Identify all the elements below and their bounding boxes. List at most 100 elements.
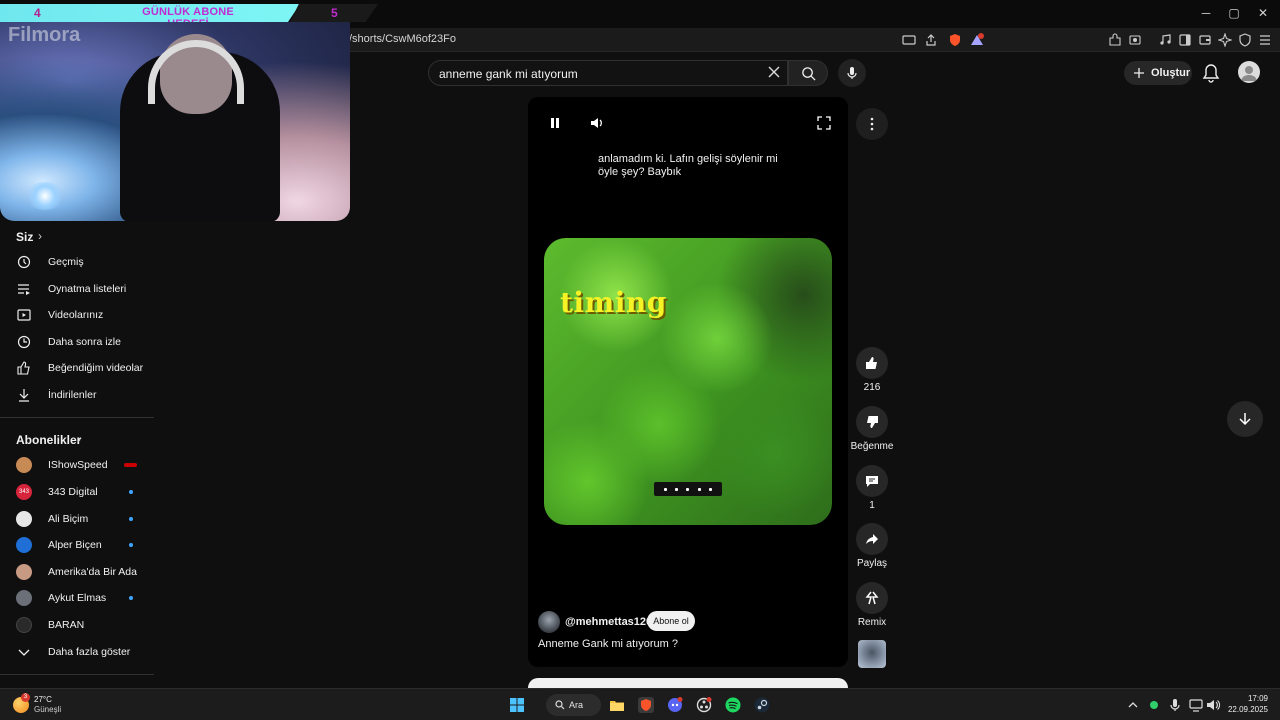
sidebar-item-your-videos[interactable]: Videolarınız bbox=[0, 302, 154, 328]
clock-date[interactable]: 22.09.2025 bbox=[1222, 705, 1268, 714]
voice-search-button[interactable] bbox=[838, 59, 866, 87]
show-more-button[interactable]: Daha fazla göster bbox=[0, 639, 154, 665]
sidebar-item-playlists[interactable]: Oynatma listeleri bbox=[0, 276, 154, 302]
shorts-player[interactable]: anlamadım ki. Lafın gelişi söylenir mi ö… bbox=[528, 97, 848, 667]
volume-icon[interactable] bbox=[589, 116, 603, 130]
sidebar-item-history[interactable]: Geçmiş bbox=[0, 249, 154, 275]
brave-shield-icon[interactable] bbox=[948, 33, 962, 47]
sidebar-item-label: 343 Digital bbox=[48, 486, 98, 498]
obs-icon[interactable] bbox=[696, 697, 712, 713]
sidebar-subscription-baran[interactable]: BARAN bbox=[0, 612, 154, 638]
chevron-right-icon[interactable]: › bbox=[77, 432, 81, 446]
watch-later-icon bbox=[17, 335, 31, 349]
cast-icon[interactable] bbox=[902, 33, 916, 47]
minimize-button[interactable]: ─ bbox=[1196, 6, 1216, 20]
clock-time[interactable]: 17:09 bbox=[1246, 694, 1268, 703]
like-button[interactable] bbox=[856, 347, 888, 379]
media-music-icon[interactable] bbox=[1158, 33, 1172, 47]
download-icon bbox=[19, 389, 29, 402]
fullscreen-icon[interactable] bbox=[817, 116, 831, 130]
search-icon bbox=[802, 67, 816, 81]
taskbar: 3 27°C Güneşli Ara 17:09 22.09.2025 bbox=[0, 688, 1280, 720]
search-icon bbox=[555, 700, 565, 710]
sidebar-subscription-ishowspeed[interactable]: IShowSpeed bbox=[0, 452, 154, 478]
microphone-icon[interactable] bbox=[1167, 697, 1183, 713]
discord-icon[interactable] bbox=[667, 697, 683, 713]
share-page-icon[interactable] bbox=[924, 33, 938, 47]
sidebar-subscription-343-digital[interactable]: 343 343 Digital bbox=[0, 479, 154, 505]
chevron-up-icon[interactable] bbox=[1125, 697, 1141, 713]
remix-button[interactable] bbox=[856, 582, 888, 614]
search-input[interactable]: anneme gank mi atıyorum bbox=[428, 60, 788, 86]
account-avatar[interactable] bbox=[1238, 61, 1260, 83]
channel-avatar[interactable] bbox=[538, 611, 560, 633]
sidebar-toggle-icon[interactable] bbox=[1178, 33, 1192, 47]
status-dot-icon[interactable] bbox=[1146, 697, 1162, 713]
sidebar-item-downloads[interactable]: İndirilenler bbox=[0, 382, 154, 408]
chevron-down-icon bbox=[18, 649, 30, 656]
you-section-heading[interactable]: Siz bbox=[16, 230, 33, 244]
sidebar-item-label: Geçmiş bbox=[48, 256, 84, 268]
plus-icon bbox=[1134, 68, 1144, 78]
sidebar-subscription-amerikada-bir-ada[interactable]: Amerika'da Bir Ada bbox=[0, 559, 154, 585]
spotify-icon[interactable] bbox=[725, 697, 741, 713]
leo-ai-icon[interactable] bbox=[1218, 33, 1232, 47]
close-window-button[interactable]: ✕ bbox=[1253, 6, 1273, 20]
taskbar-search-label: Ara bbox=[569, 700, 584, 710]
network-icon[interactable] bbox=[1188, 697, 1204, 713]
clear-search-icon[interactable] bbox=[766, 64, 782, 80]
share-button[interactable] bbox=[856, 523, 888, 555]
windows-start-icon[interactable] bbox=[509, 697, 525, 713]
avatar bbox=[16, 511, 32, 527]
share-arrow-icon bbox=[866, 534, 878, 544]
browser-menu-icon[interactable] bbox=[1258, 33, 1272, 47]
avatar bbox=[16, 457, 32, 473]
brave-rewards-icon[interactable] bbox=[970, 33, 984, 47]
video-caption: anlamadım ki. Lafın gelişi söylenir mi ö… bbox=[598, 153, 778, 178]
search-button[interactable] bbox=[788, 60, 828, 86]
liked-icon bbox=[17, 361, 30, 375]
weather-temperature[interactable]: 27°C bbox=[34, 695, 52, 704]
sound-thumbnail[interactable] bbox=[858, 640, 886, 668]
sidebar-subscription-alper-bicen[interactable]: Alper Biçen bbox=[0, 532, 154, 558]
sidebar-item-label: Aykut Elmas bbox=[48, 592, 107, 604]
next-short-button[interactable] bbox=[1227, 401, 1263, 437]
sidebar-subscription-ali-bicim[interactable]: Ali Biçim bbox=[0, 506, 154, 532]
screenshot-icon[interactable] bbox=[1128, 33, 1142, 47]
more-options-button[interactable] bbox=[856, 108, 888, 140]
extensions-icon[interactable] bbox=[1108, 33, 1122, 47]
taskbar-search[interactable]: Ara bbox=[546, 694, 601, 716]
create-button[interactable]: Oluştur bbox=[1124, 61, 1192, 85]
comments-button[interactable] bbox=[856, 465, 888, 497]
thumbs-up-icon bbox=[866, 357, 877, 369]
sidebar-divider bbox=[0, 417, 154, 418]
maximize-button[interactable]: ▢ bbox=[1224, 6, 1244, 20]
goal-target-count: 5 bbox=[331, 6, 338, 20]
sidebar-item-liked-videos[interactable]: Beğendiğim videolar bbox=[0, 355, 154, 381]
brave-browser-icon[interactable] bbox=[638, 697, 654, 713]
dislike-button[interactable] bbox=[856, 406, 888, 438]
channel-name[interactable]: @mehmettas1206 bbox=[565, 616, 658, 628]
arrow-down-icon bbox=[1239, 413, 1251, 426]
sidebar-subscription-aykut-elmas[interactable]: Aykut Elmas bbox=[0, 585, 154, 611]
video-frame[interactable]: timing bbox=[544, 238, 832, 525]
file-explorer-icon[interactable] bbox=[609, 697, 625, 713]
notifications-bell-icon[interactable] bbox=[1202, 63, 1220, 83]
wallet-icon[interactable] bbox=[1198, 33, 1212, 47]
chevron-right-icon[interactable]: › bbox=[38, 229, 42, 243]
ellipsis-box bbox=[654, 482, 722, 496]
url-text[interactable]: /shorts/CswM6of23Fo bbox=[349, 33, 456, 45]
history-icon bbox=[17, 255, 31, 269]
video-title[interactable]: Anneme Gank mi atıyorum ? bbox=[538, 638, 678, 650]
subscribe-button[interactable]: Abone ol bbox=[647, 611, 695, 631]
weather-description[interactable]: Güneşli bbox=[34, 705, 61, 714]
pause-icon[interactable] bbox=[548, 116, 562, 130]
vpn-shield-icon[interactable] bbox=[1238, 33, 1252, 47]
microphone-icon bbox=[847, 67, 857, 79]
sidebar-item-label: Oynatma listeleri bbox=[48, 283, 127, 295]
steam-icon[interactable] bbox=[754, 697, 770, 713]
sidebar-item-watch-later[interactable]: Daha sonra izle bbox=[0, 329, 154, 355]
search-query-text[interactable]: anneme gank mi atıyorum bbox=[439, 67, 578, 81]
subscriptions-section-heading[interactable]: Abonelikler bbox=[16, 433, 81, 447]
speaker-icon[interactable] bbox=[1205, 697, 1221, 713]
